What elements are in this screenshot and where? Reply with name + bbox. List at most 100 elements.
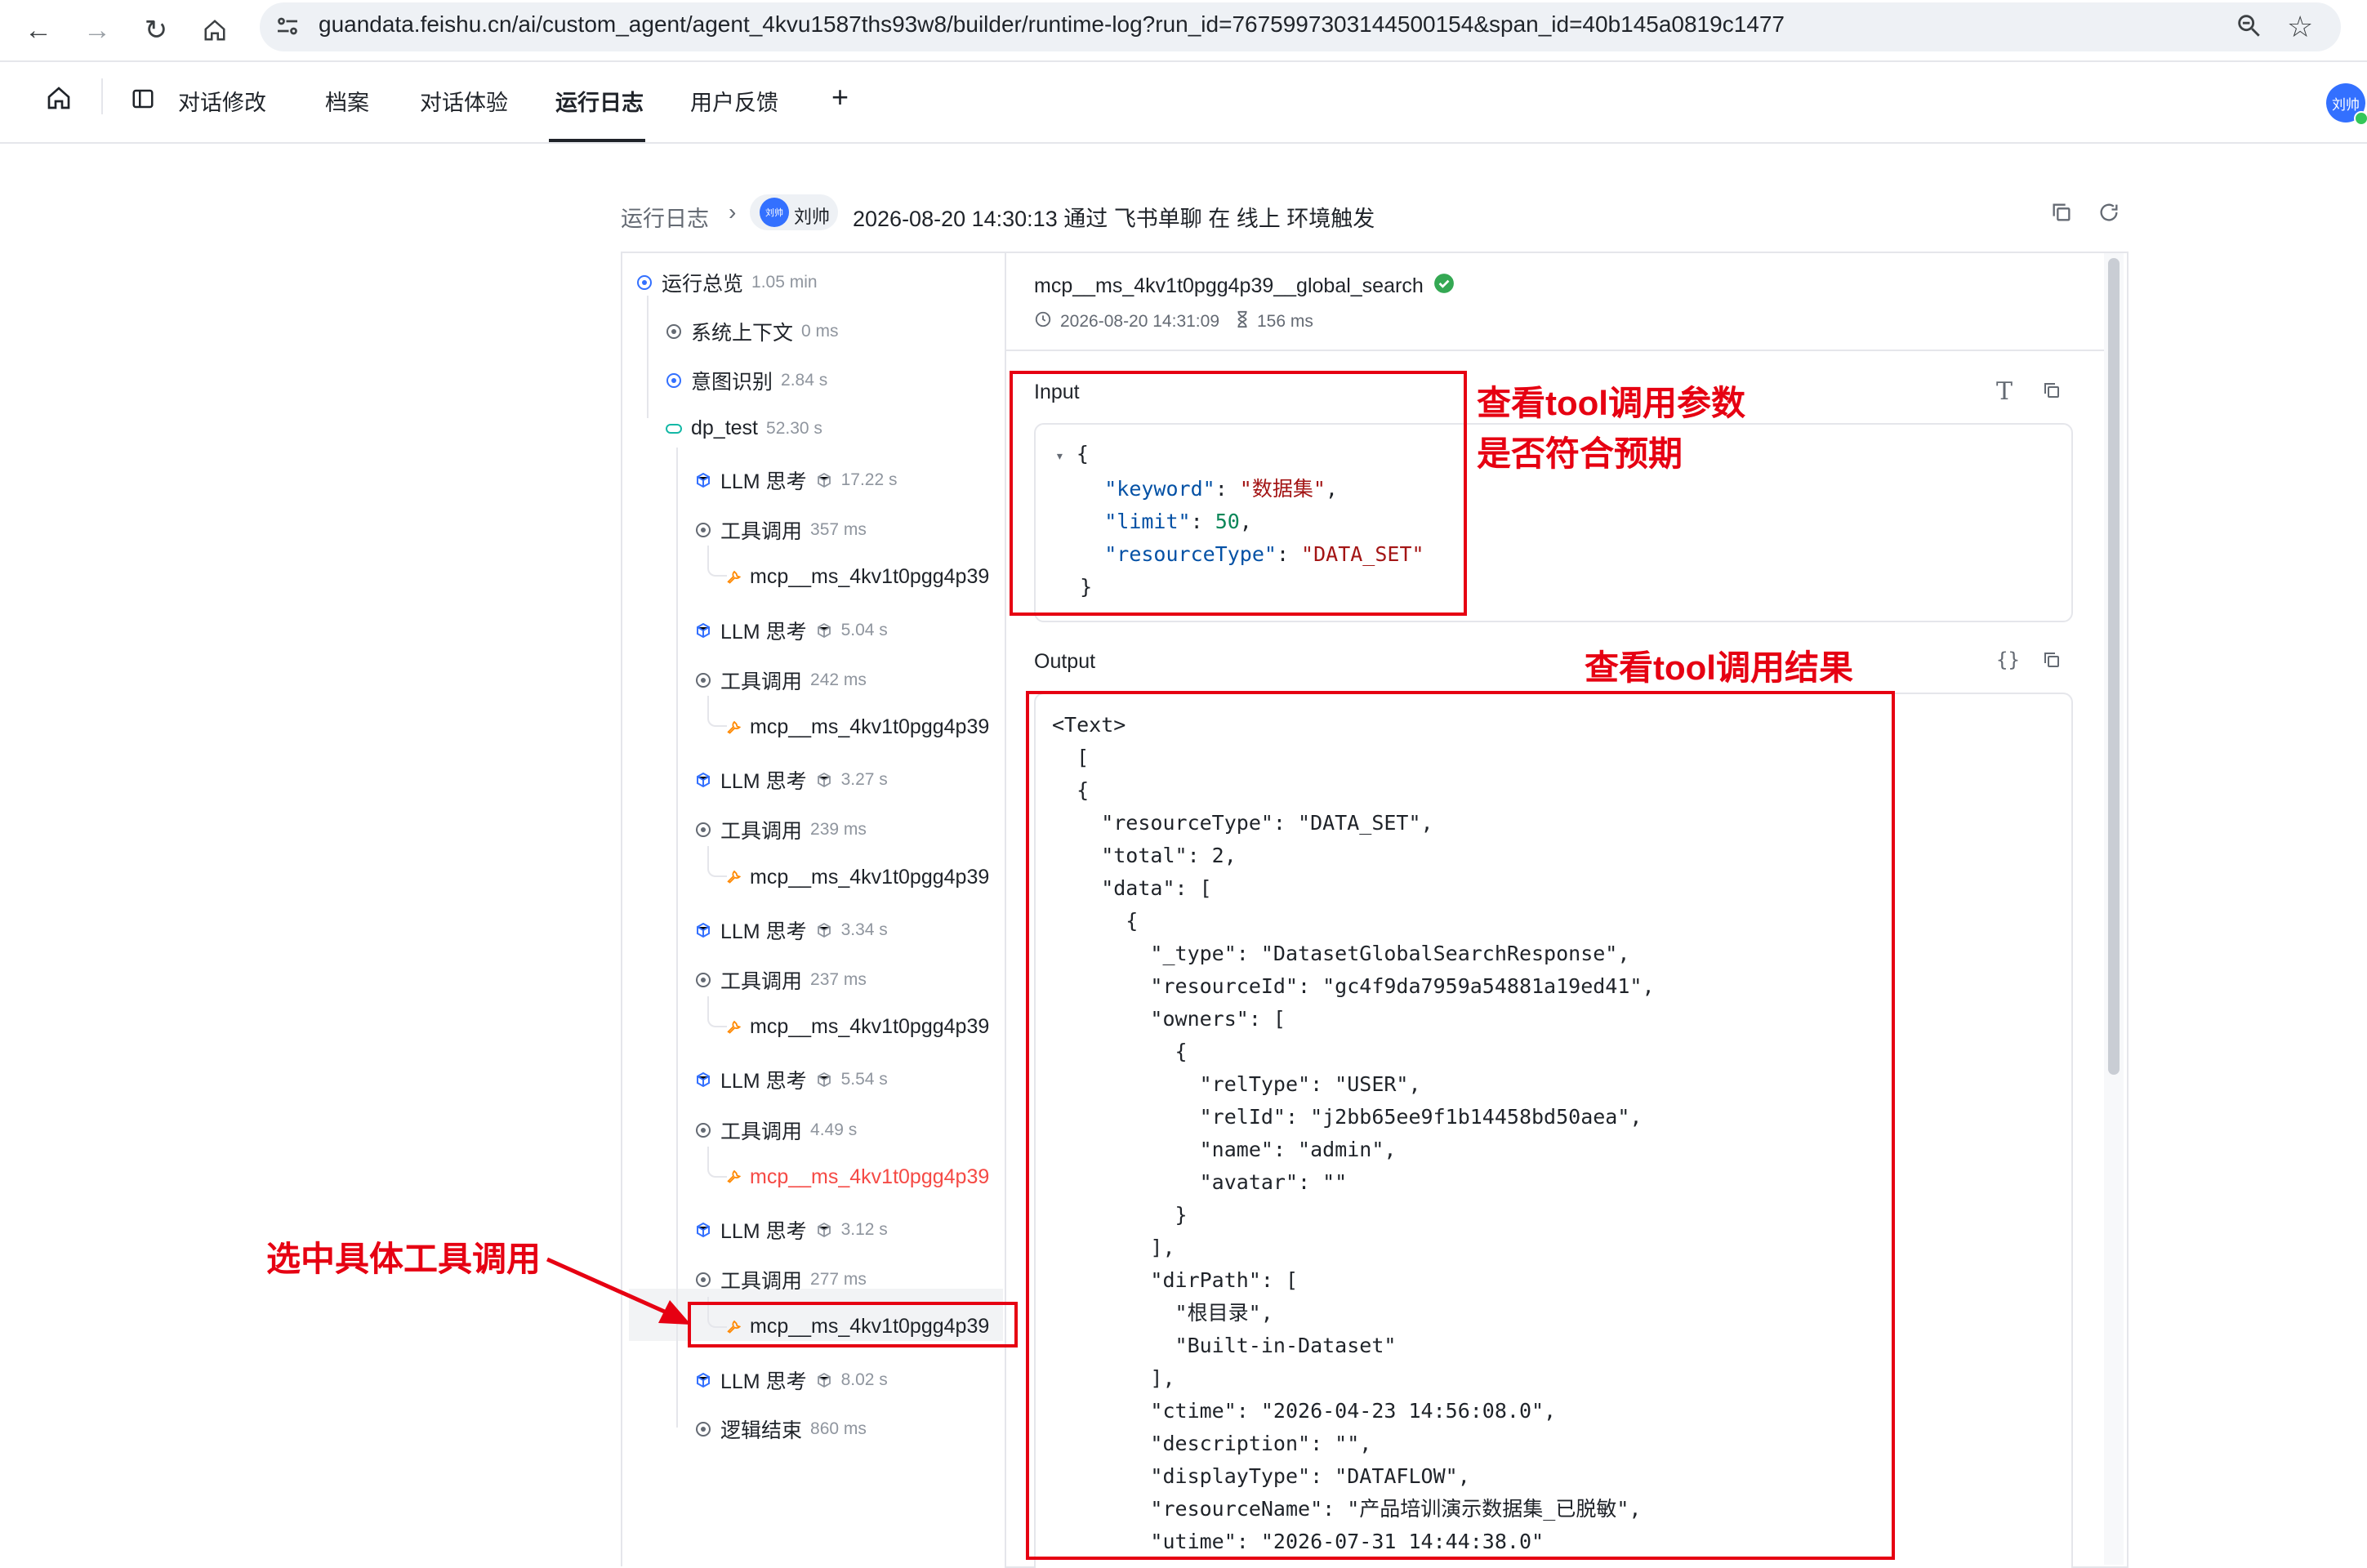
tree-item-tool-call[interactable]: 工具调用 242 ms (694, 666, 867, 695)
tree-item-tool-call[interactable]: 工具调用 239 ms (694, 815, 867, 844)
copy-input-icon[interactable] (2042, 381, 2062, 404)
tree-item-duration: 3.12 s (840, 1220, 888, 1239)
tab-dialog-edit[interactable]: 对话修改 (178, 85, 266, 117)
tree-item-label: 工具调用 (720, 1270, 803, 1294)
tree-item-mcp-tool[interactable]: mcp__ms_4kv1t0pgg4p39 (724, 1015, 989, 1039)
tree-item-llm-thinking[interactable]: LLM 思考 3.27 s (694, 765, 888, 795)
tree-item-duration: 17.22 s (840, 470, 898, 489)
tree-item-dp-test[interactable]: dp_test 52.30 s (665, 416, 822, 440)
llm-icon (694, 1221, 712, 1239)
url-text[interactable]: guandata.feishu.cn/ai/custom_agent/agent… (319, 11, 1785, 38)
tree-item-duration: 0 ms (801, 322, 839, 341)
tree-item-duration: 242 ms (810, 670, 867, 689)
hourglass-icon (1236, 310, 1249, 333)
annotation-box-output (1026, 691, 1895, 1560)
tree-item-tool-call[interactable]: 工具调用 357 ms (694, 515, 867, 545)
annotation-input-note-1: 查看tool调用参数 (1477, 384, 1745, 422)
sidebar-toggle-icon[interactable] (131, 87, 155, 115)
active-tab-indicator (549, 139, 645, 142)
llm-icon (694, 621, 712, 639)
tree-item-duration: 357 ms (810, 520, 867, 540)
llm-icon (694, 1371, 712, 1389)
tree-item-label: LLM 思考 (720, 770, 807, 794)
span-duration: 156 ms (1257, 312, 1313, 331)
copy-output-icon[interactable] (2042, 650, 2062, 674)
tab-runtime-log[interactable]: 运行日志 (555, 85, 644, 117)
model-cube-icon (815, 471, 833, 489)
json-format-icon[interactable]: {} (1996, 648, 2020, 671)
copy-icon[interactable] (2050, 201, 2073, 228)
llm-icon (694, 471, 712, 489)
tree-item-mcp-tool[interactable]: mcp__ms_4kv1t0pgg4p39 (724, 866, 989, 889)
tree-item-tool-call[interactable]: 工具调用 4.49 s (694, 1116, 857, 1145)
tree-item-label: LLM 思考 (720, 1370, 807, 1393)
text-format-icon[interactable]: T (1996, 377, 2013, 406)
annotation-box-input (1010, 371, 1467, 616)
app-home-icon[interactable] (46, 85, 72, 115)
tree-item-label: LLM 思考 (720, 470, 807, 493)
llm-icon (694, 921, 712, 939)
bookmark-star-icon[interactable]: ☆ (2287, 10, 2313, 44)
end-node-icon (694, 1420, 712, 1438)
tree-item-mcp-tool[interactable]: mcp__ms_4kv1t0pgg4p39 (724, 715, 989, 739)
tree-item-llm-thinking[interactable]: LLM 思考 8.02 s (694, 1365, 888, 1395)
tree-item-tool-call[interactable]: 工具调用 237 ms (694, 965, 867, 995)
zoom-icon[interactable] (2235, 11, 2262, 43)
reload-icon[interactable]: ↻ (132, 7, 180, 54)
user-name: 刘帅 (794, 207, 831, 227)
scrollbar-thumb[interactable] (2108, 258, 2120, 1075)
tree-item-tool-call[interactable]: 工具调用 277 ms (694, 1265, 867, 1294)
output-label: Output (1034, 650, 1096, 673)
tree-item-system-context[interactable]: 系统上下文 0 ms (665, 317, 839, 346)
tab-user-feedback[interactable]: 用户反馈 (690, 85, 778, 117)
annotation-box-selected (688, 1302, 1018, 1348)
tree-item-label: 逻辑结束 (720, 1419, 803, 1442)
span-meta: 2026-08-20 14:31:09 156 ms (1034, 310, 1313, 333)
tool-wrench-icon (724, 1018, 742, 1036)
tree-item-duration: 1.05 min (751, 273, 818, 292)
tree-item-intent[interactable]: 意图识别 2.84 s (665, 366, 827, 395)
site-settings-icon[interactable] (273, 11, 302, 45)
workflow-icon (665, 420, 683, 438)
home-icon[interactable] (191, 7, 238, 54)
tree-item-llm-thinking[interactable]: LLM 思考 3.12 s (694, 1215, 888, 1245)
span-time: 2026-08-20 14:31:09 (1060, 312, 1219, 331)
annotation-input-note-2: 是否符合预期 (1477, 434, 1683, 473)
model-cube-icon (815, 1371, 833, 1389)
model-cube-icon (815, 1221, 833, 1239)
tree-item-label: mcp__ms_4kv1t0pgg4p39 (750, 1165, 990, 1188)
tab-dialog-experience[interactable]: 对话体验 (420, 85, 508, 117)
intent-icon (665, 372, 683, 390)
model-cube-icon (815, 621, 833, 639)
tree-item-overview[interactable]: 运行总览 1.05 min (635, 268, 818, 297)
nav-divider (101, 78, 103, 114)
tree-item-label: mcp__ms_4kv1t0pgg4p39 (750, 1015, 990, 1039)
back-icon[interactable]: ← (15, 7, 62, 54)
tree-item-label: 工具调用 (720, 970, 803, 993)
tree-item-label: LLM 思考 (720, 620, 807, 644)
tool-call-icon (694, 1121, 712, 1139)
online-status-dot (2354, 111, 2367, 126)
tree-item-logic-end[interactable]: 逻辑结束 860 ms (694, 1414, 867, 1444)
tree-item-llm-thinking[interactable]: LLM 思考 5.04 s (694, 616, 888, 645)
tree-item-duration: 5.04 s (840, 620, 888, 639)
breadcrumb-root[interactable]: 运行日志 (621, 201, 709, 233)
refresh-icon[interactable] (2097, 201, 2120, 228)
detail-header-divider (1006, 350, 2104, 351)
tree-item-mcp-tool[interactable]: mcp__ms_4kv1t0pgg4p39 (724, 1165, 989, 1189)
add-tab-button[interactable]: + (831, 80, 849, 114)
annotation-select-note: 选中具体工具调用 (266, 1240, 542, 1278)
overview-icon (635, 274, 653, 292)
tree-item-llm-thinking[interactable]: LLM 思考 5.54 s (694, 1065, 888, 1094)
node-icon (665, 323, 683, 341)
tree-item-llm-thinking[interactable]: LLM 思考 17.22 s (694, 466, 897, 495)
tool-wrench-icon (724, 1168, 742, 1186)
tree-item-llm-thinking[interactable]: LLM 思考 3.34 s (694, 915, 888, 945)
llm-icon (694, 1071, 712, 1089)
tree-item-duration: 52.30 s (766, 418, 822, 438)
tree-item-mcp-tool[interactable]: mcp__ms_4kv1t0pgg4p39 (724, 565, 989, 589)
tree-item-duration: 3.27 s (840, 770, 888, 790)
tab-profile[interactable]: 档案 (325, 85, 369, 117)
forward-icon[interactable]: → (74, 7, 121, 54)
tree-item-label: 工具调用 (720, 520, 803, 544)
